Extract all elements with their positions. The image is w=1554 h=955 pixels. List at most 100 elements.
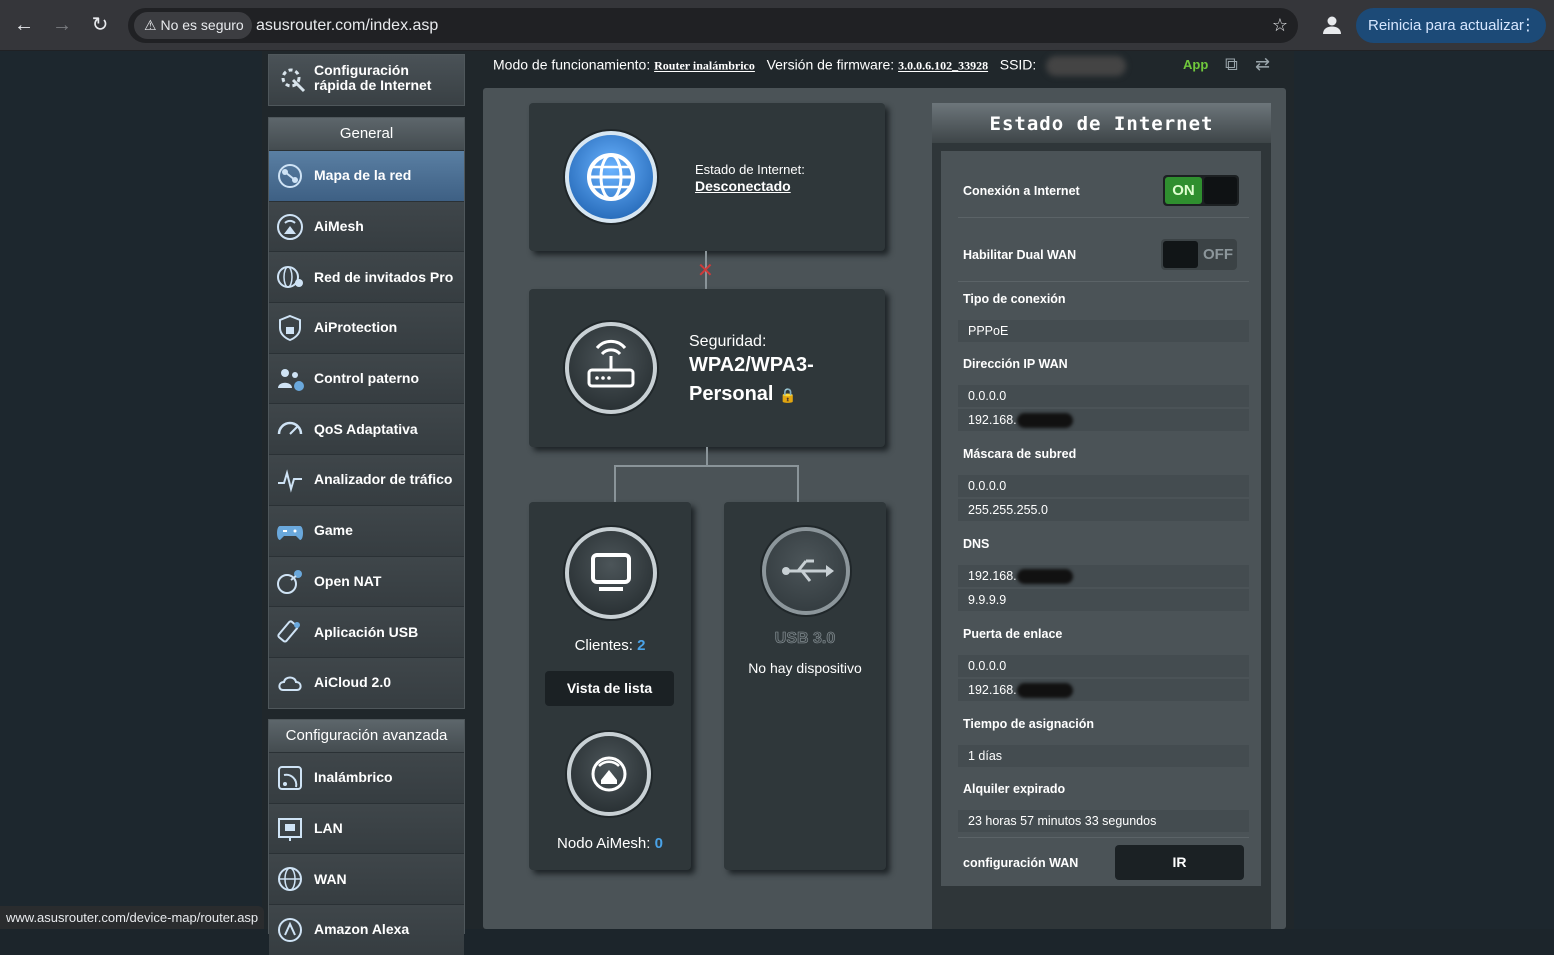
qos-icon (277, 422, 303, 435)
gateway-value-2: 192.168. (968, 683, 1017, 697)
internet-connection-toggle[interactable]: ON (1163, 175, 1239, 206)
star-icon[interactable]: ☆ (1272, 8, 1288, 43)
shield-icon (279, 314, 301, 341)
clients-count[interactable]: 2 (637, 637, 645, 654)
parental-control-icon (278, 368, 304, 391)
list-view-button[interactable]: Vista de lista (545, 671, 674, 706)
lease-expire-label: Alquiler expirado (963, 782, 1066, 796)
sidebar-item-red-de-invitados-pro[interactable]: Red de invitados Pro (269, 251, 464, 303)
sidebar-item-label: Red de invitados Pro (314, 268, 454, 285)
dns-value-1: 192.168. (968, 569, 1017, 583)
sidebar-item-wan[interactable]: WAN (269, 853, 464, 905)
clients-card: Clientes: 2 Vista de lista Nodo AiMesh: … (529, 502, 691, 870)
more-options-icon[interactable]: ⋮ (1520, 8, 1536, 43)
aimesh-node-icon[interactable] (567, 732, 651, 816)
wan-config-go-button[interactable]: IR (1115, 845, 1244, 880)
redacted-mask (1016, 413, 1073, 429)
cloud-icon (278, 676, 302, 691)
back-arrow-icon[interactable]: ← (12, 13, 36, 37)
gateway-value-2-row: 192.168. (958, 679, 1249, 701)
url-text[interactable]: asusrouter.com/index.asp (256, 8, 438, 43)
redacted-mask (1016, 569, 1073, 585)
globe-icon[interactable] (565, 131, 657, 223)
warning-icon: ⚠ (144, 17, 157, 33)
gateway-label: Puerta de enlace (963, 627, 1063, 641)
quick-setup-button[interactable]: Configuración rápida de Internet (268, 54, 465, 106)
sidebar-item-label: Amazon Alexa (314, 921, 410, 938)
subnet-value-2: 255.255.255.0 (958, 499, 1249, 521)
ssid-redacted (1046, 56, 1127, 76)
sidebar-item-label: LAN (314, 820, 343, 837)
toggle-knob (1163, 241, 1198, 268)
sidebar-item-aimesh[interactable]: AiMesh (269, 200, 464, 252)
usb-icon[interactable] (762, 527, 850, 615)
router-tree-left (614, 465, 616, 502)
app-link[interactable]: App (1183, 57, 1208, 72)
security-value: WPA2/WPA3-Personal 🔒 (689, 351, 849, 410)
reload-icon[interactable]: ↻ (88, 13, 112, 37)
sidebar-item-lan[interactable]: LAN (269, 802, 464, 854)
general-menu: General Mapa de la red AiMesh Red de invit… (268, 117, 465, 709)
lease-time-value: 1 días (958, 745, 1249, 767)
sidebar-item-mapa-de-la-red[interactable]: Mapa de la red (269, 150, 464, 201)
security-label: Seguridad: (689, 333, 767, 350)
forward-arrow-icon[interactable]: → (50, 13, 74, 37)
sidebar-item-game[interactable]: Game (269, 504, 464, 556)
clients-label: Clientes: (574, 637, 633, 654)
profile-icon[interactable] (1320, 13, 1344, 37)
usb-app-icon (277, 620, 300, 643)
divider (958, 217, 1249, 218)
internet-status-value[interactable]: Desconectado (695, 178, 791, 194)
advanced-header: Configuración avanzada (269, 720, 464, 752)
router-tree-stem (706, 447, 708, 466)
general-header: General (269, 118, 464, 150)
dns-label: DNS (963, 537, 990, 551)
internet-status-panel: Estado de Internet Conexión a Internet O… (932, 103, 1271, 929)
sidebar-item-inalambrico[interactable]: Inalámbrico (269, 752, 464, 803)
security-badge[interactable]: ⚠ No es seguro (134, 12, 252, 39)
clients-label-row: Clientes: 2 (529, 637, 691, 654)
aimesh-count[interactable]: 0 (655, 835, 663, 852)
sidebar-item-open-nat[interactable]: Open NAT (269, 555, 464, 607)
redacted-mask (1016, 683, 1073, 699)
traffic-analyzer-icon (278, 469, 302, 493)
update-browser-button[interactable]: Reinicia para actualizar ⋮ (1356, 8, 1546, 43)
sidebar-item-label: AiCloud 2.0 (314, 674, 392, 691)
usb-status-icon[interactable]: ⇄ (1255, 54, 1270, 75)
sidebar-item-analizador-de-trafico[interactable]: Analizador de tráfico (269, 454, 464, 505)
mode-label: Modo de funcionamiento: (493, 56, 651, 73)
usb-title: USB 3.0 (774, 630, 836, 648)
internet-connection-label: Conexión a Internet (963, 184, 1080, 198)
toggle-off-label: OFF (1203, 246, 1233, 263)
network-map-icon (278, 163, 302, 188)
sidebar-item-control-paterno[interactable]: Control paterno (269, 352, 464, 404)
copy-icon[interactable]: ⧉ (1225, 54, 1238, 75)
firmware-value-link[interactable]: 3.0.0.6.102_33928 (898, 59, 988, 73)
advanced-menu: Configuración avanzada Inalámbrico LAN WAN… (268, 719, 465, 955)
lan-icon (278, 817, 302, 841)
sidebar-item-aiprotection[interactable]: AiProtection (269, 302, 464, 353)
connection-type-label: Tipo de conexión (963, 292, 1066, 306)
sidebar-item-amazon-alexa[interactable]: Amazon Alexa (269, 904, 464, 955)
toggle-knob (1204, 177, 1237, 204)
router-tree-bar (614, 465, 799, 467)
router-info-bar: Modo de funcionamiento: Router inalámbri… (493, 56, 1127, 76)
router-card[interactable]: Seguridad: WPA2/WPA3-Personal 🔒 (529, 289, 885, 447)
usb-card: USB 3.0 No hay dispositivo (724, 502, 886, 870)
subnet-value-1: 0.0.0.0 (958, 475, 1249, 497)
wan-globe-icon (278, 867, 302, 892)
sidebar-item-qos-adaptativa[interactable]: QoS Adaptativa (269, 403, 464, 455)
address-bar[interactable]: ⚠ No es seguro asusrouter.com/index.asp … (128, 8, 1298, 43)
dual-wan-toggle[interactable]: OFF (1161, 239, 1237, 270)
monitor-icon[interactable] (565, 527, 657, 619)
open-nat-icon (277, 570, 302, 595)
lease-time-label: Tiempo de asignación (963, 717, 1095, 731)
quick-setup-icon (281, 68, 306, 93)
sidebar-item-aplicacion-usb[interactable]: Aplicación USB (269, 606, 464, 657)
usb-status: No hay dispositivo (748, 660, 862, 676)
mode-value-link[interactable]: Router inalámbrico (654, 59, 755, 73)
lease-expire-value: 23 horas 57 minutos 33 segundos (958, 810, 1249, 832)
sidebar-item-aicloud-2-0[interactable]: AiCloud 2.0 (269, 656, 464, 708)
internet-card[interactable]: Estado de Internet: Desconectado (529, 103, 885, 251)
router-icon[interactable] (565, 322, 657, 414)
